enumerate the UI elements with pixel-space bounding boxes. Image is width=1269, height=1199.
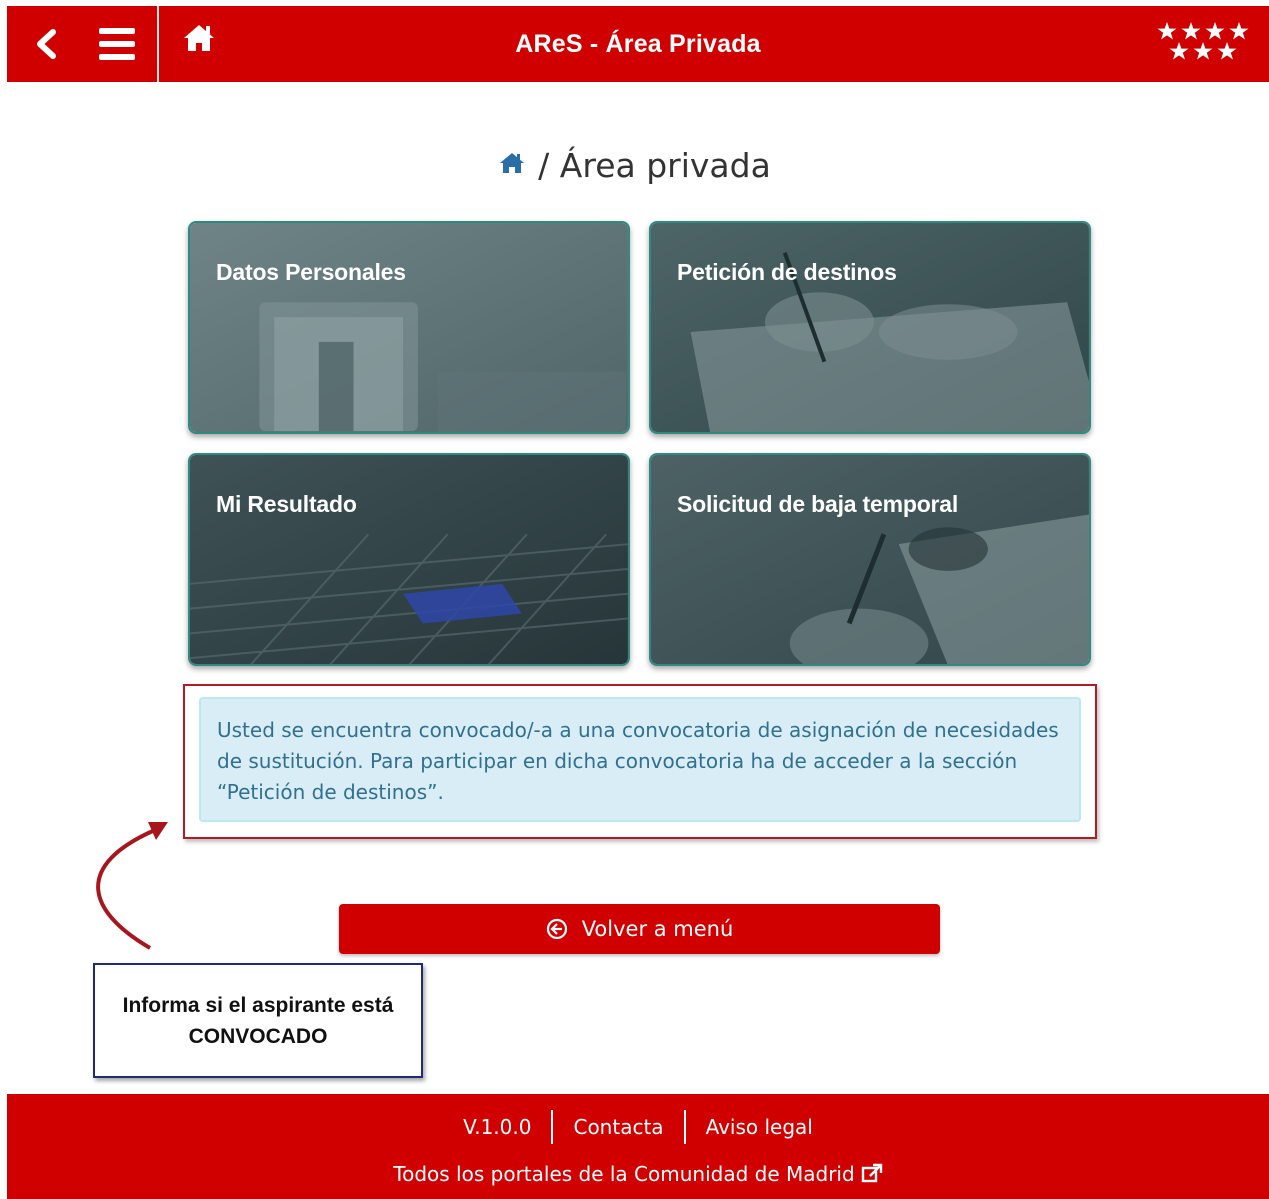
tile-label: Mi Resultado: [216, 491, 357, 517]
portales-label: Todos los portales de la Comunidad de Ma…: [393, 1162, 855, 1186]
annotation-arrow-icon: [96, 822, 168, 950]
breadcrumb-current: / Área privada: [538, 146, 771, 185]
convocado-info-alert: Usted se encuentra convocado/-a a una co…: [199, 697, 1081, 822]
tile-background-image: [190, 455, 628, 664]
tile-background-image: [651, 223, 1089, 432]
comunidad-madrid-stars-logo: [1157, 22, 1249, 60]
volver-menu-button[interactable]: Volver a menú: [339, 904, 940, 954]
tile-label: Petición de destinos: [677, 259, 897, 285]
volver-menu-label: Volver a menú: [581, 917, 734, 941]
top-bar: AReS - Área Privada: [7, 6, 1269, 82]
footer-links: V.1.0.0 Contacta Aviso legal: [7, 1110, 1269, 1144]
aviso-legal-link[interactable]: Aviso legal: [686, 1115, 833, 1139]
tile-mi-resultado[interactable]: Mi Resultado: [188, 453, 630, 666]
tile-background-image: [651, 455, 1089, 664]
footer: V.1.0.0 Contacta Aviso legal Todos los por…: [7, 1094, 1269, 1199]
external-link-icon: [861, 1163, 882, 1183]
tile-background-image: [190, 223, 628, 432]
callout-line-1: Informa si el aspirante está: [122, 994, 394, 1017]
portales-link[interactable]: Todos los portales de la Comunidad de Ma…: [7, 1162, 1269, 1186]
breadcrumb: / Área privada: [0, 146, 1269, 185]
version-label: V.1.0.0: [463, 1115, 532, 1139]
annotation-callout: Informa si el aspirante está CONVOCADO: [93, 963, 423, 1078]
callout-line-2: CONVOCADO: [188, 1025, 328, 1048]
tile-label: Datos Personales: [216, 259, 406, 285]
tile-datos-personales[interactable]: Datos Personales: [188, 221, 630, 434]
app-title: AReS - Área Privada: [515, 30, 761, 58]
tile-label: Solicitud de baja temporal: [677, 491, 959, 517]
contacta-link[interactable]: Contacta: [553, 1115, 683, 1139]
tile-solicitud-baja-temporal[interactable]: Solicitud de baja temporal: [649, 453, 1091, 666]
tile-peticion-destinos[interactable]: Petición de destinos: [649, 221, 1091, 434]
circle-arrow-left-icon: [546, 918, 567, 940]
home-icon[interactable]: [498, 151, 526, 175]
